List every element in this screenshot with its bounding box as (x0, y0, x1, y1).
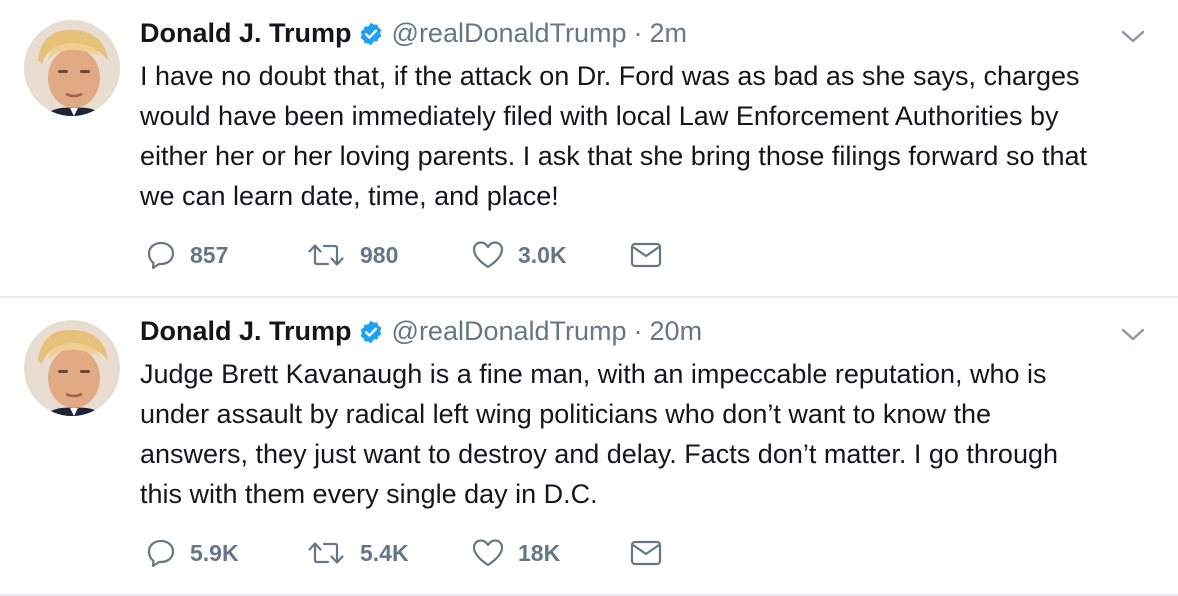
direct-message-icon (630, 540, 662, 566)
tweet-actions: 5.9K 5.4K 18K (146, 538, 662, 568)
retweet-count: 980 (360, 241, 399, 268)
like-button[interactable]: 3.0K (472, 240, 630, 270)
reply-icon (147, 539, 175, 568)
like-count: 18K (518, 539, 561, 566)
author-handle[interactable]: @realDonaldTrump (392, 316, 627, 347)
reply-count: 857 (190, 241, 229, 268)
tweet-text: Judge Brett Kavanaugh is a fine man, wit… (140, 359, 1058, 509)
retweet-count: 5.4K (360, 539, 409, 566)
separator-dot: · (633, 316, 643, 346)
author-name[interactable]: Donald J. Trump (140, 18, 352, 49)
tweet[interactable]: Donald J. Trump @realDonaldTrump · 2m I … (0, 0, 1178, 298)
timestamp[interactable]: 20m (650, 316, 703, 347)
chevron-down-icon[interactable] (1120, 326, 1146, 344)
chevron-down-icon[interactable] (1120, 28, 1146, 46)
verified-badge-icon (360, 22, 381, 45)
timestamp[interactable]: 2m (650, 18, 688, 49)
tweet-header: Donald J. Trump @realDonaldTrump · 20m (140, 316, 702, 347)
separator-dot: · (633, 18, 643, 48)
like-icon (472, 539, 504, 567)
tweet[interactable]: Donald J. Trump @realDonaldTrump · 20m J… (0, 298, 1178, 596)
reply-count: 5.9K (190, 539, 239, 566)
retweet-button[interactable]: 980 (306, 240, 472, 270)
avatar[interactable] (24, 320, 120, 416)
like-icon (472, 241, 504, 269)
retweet-icon (308, 542, 344, 564)
avatar[interactable] (24, 20, 120, 116)
tweet-text: I have no doubt that, if the attack on D… (140, 61, 1088, 211)
reply-icon (147, 241, 175, 270)
author-handle[interactable]: @realDonaldTrump (392, 18, 627, 49)
direct-message-icon (630, 242, 662, 268)
retweet-icon (308, 244, 344, 266)
verified-badge-icon (360, 320, 381, 343)
reply-button[interactable]: 5.9K (146, 538, 306, 568)
tweet-header: Donald J. Trump @realDonaldTrump · 2m (140, 18, 687, 49)
author-name[interactable]: Donald J. Trump (140, 316, 352, 347)
timeline: Donald J. Trump @realDonaldTrump · 2m I … (0, 0, 1178, 596)
retweet-button[interactable]: 5.4K (306, 538, 472, 568)
like-count: 3.0K (518, 241, 567, 268)
tweet-actions: 857 980 3.0K (146, 240, 662, 270)
direct-message-button[interactable] (630, 540, 662, 566)
reply-button[interactable]: 857 (146, 240, 306, 270)
like-button[interactable]: 18K (472, 538, 630, 568)
direct-message-button[interactable] (630, 242, 662, 268)
